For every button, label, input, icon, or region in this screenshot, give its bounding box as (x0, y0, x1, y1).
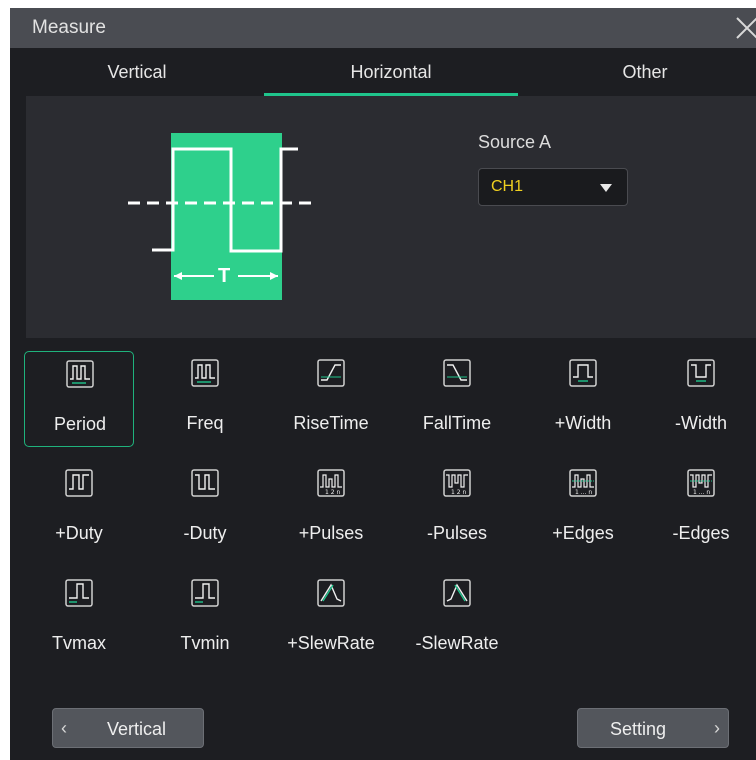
negative-width-icon (687, 359, 715, 387)
rise-time-icon (317, 359, 345, 387)
measure-label: +Duty (55, 523, 103, 543)
tab-other[interactable]: Other (518, 48, 756, 96)
measure-negative-pulses[interactable]: 1 2 n -Pulses (402, 461, 512, 557)
positive-slew-rate-icon (317, 579, 345, 607)
chevron-left-icon: ‹ (61, 718, 67, 738)
measure-label: Tvmax (52, 633, 106, 653)
tab-bar: Vertical Horizontal Other (10, 48, 756, 96)
measurement-grid: Period Freq RiseTime FallTime +Width -Wi… (10, 351, 756, 681)
measure-tvmin[interactable]: Tvmin (150, 571, 260, 667)
tvmin-icon (191, 579, 219, 607)
measure-negative-slew-rate[interactable]: -SlewRate (402, 571, 512, 667)
measure-label: RiseTime (293, 413, 369, 433)
measure-fall-time[interactable]: FallTime (402, 351, 512, 447)
measure-period[interactable]: Period (24, 351, 134, 447)
next-button-label: Setting (610, 719, 667, 739)
measure-positive-duty[interactable]: +Duty (24, 461, 134, 557)
measure-positive-pulses[interactable]: 1 2 n +Pulses (276, 461, 386, 557)
svg-text:1 ... n: 1 ... n (693, 489, 710, 496)
measure-dialog: Measure Vertical Horizontal Other T Sour… (10, 8, 756, 760)
measure-label: -Edges (672, 523, 730, 543)
positive-duty-icon (65, 469, 93, 497)
measure-label: -Width (674, 413, 727, 433)
measure-positive-edges[interactable]: 1 ... n +Edges (528, 461, 638, 557)
period-t-label: T (218, 265, 231, 287)
measure-label: -SlewRate (415, 633, 499, 653)
prev-vertical-button[interactable]: ‹ Vertical (52, 708, 204, 748)
positive-pulses-icon: 1 2 n (317, 469, 345, 497)
source-a-label: Source A (478, 132, 552, 152)
positive-width-icon (569, 359, 597, 387)
tvmax-icon (65, 579, 93, 607)
measure-label: +Edges (552, 523, 614, 543)
measure-tvmax[interactable]: Tvmax (24, 571, 134, 667)
measure-label: +Width (554, 413, 612, 433)
next-setting-button[interactable]: Setting › (577, 708, 729, 748)
measure-label: -Duty (183, 523, 227, 543)
dropdown-arrow-icon (600, 184, 612, 192)
negative-edges-icon: 1 ... n (687, 469, 715, 497)
period-diagram-right (266, 133, 318, 300)
positive-edges-icon: 1 ... n (569, 469, 597, 497)
source-a-value: CH1 (491, 178, 524, 195)
measure-negative-width[interactable]: -Width (646, 351, 756, 447)
tab-vertical[interactable]: Vertical (10, 48, 264, 96)
period-icon (66, 360, 94, 388)
prev-button-label: Vertical (107, 719, 167, 739)
freq-icon (191, 359, 219, 387)
close-icon[interactable] (732, 13, 756, 43)
negative-pulses-icon: 1 2 n (443, 469, 471, 497)
title-bar: Measure (10, 8, 756, 48)
measurement-preview: T Source A CH1 (26, 96, 756, 338)
fall-time-icon (443, 359, 471, 387)
negative-slew-rate-icon (443, 579, 471, 607)
svg-text:1 2 n: 1 2 n (325, 489, 340, 496)
period-diagram (128, 133, 266, 300)
measure-label: Period (53, 414, 107, 434)
measure-rise-time[interactable]: RiseTime (276, 351, 386, 447)
source-a-dropdown[interactable]: CH1 (478, 168, 628, 206)
measure-label: Tvmin (180, 633, 230, 653)
dialog-title: Measure (32, 17, 106, 38)
svg-text:1 ... n: 1 ... n (575, 489, 592, 496)
negative-duty-icon (191, 469, 219, 497)
measure-label: +Pulses (298, 523, 364, 543)
tab-horizontal[interactable]: Horizontal (264, 48, 518, 96)
chevron-right-icon: › (714, 718, 720, 738)
svg-text:1 2 n: 1 2 n (451, 489, 466, 496)
measure-negative-duty[interactable]: -Duty (150, 461, 260, 557)
measure-positive-width[interactable]: +Width (528, 351, 638, 447)
measure-label: FallTime (422, 413, 492, 433)
measure-freq[interactable]: Freq (150, 351, 260, 447)
measure-label: -Pulses (426, 523, 488, 543)
measure-label: +SlewRate (287, 633, 375, 653)
measure-label: Freq (186, 413, 224, 433)
measure-positive-slew-rate[interactable]: +SlewRate (276, 571, 386, 667)
measure-negative-edges[interactable]: 1 ... n -Edges (646, 461, 756, 557)
